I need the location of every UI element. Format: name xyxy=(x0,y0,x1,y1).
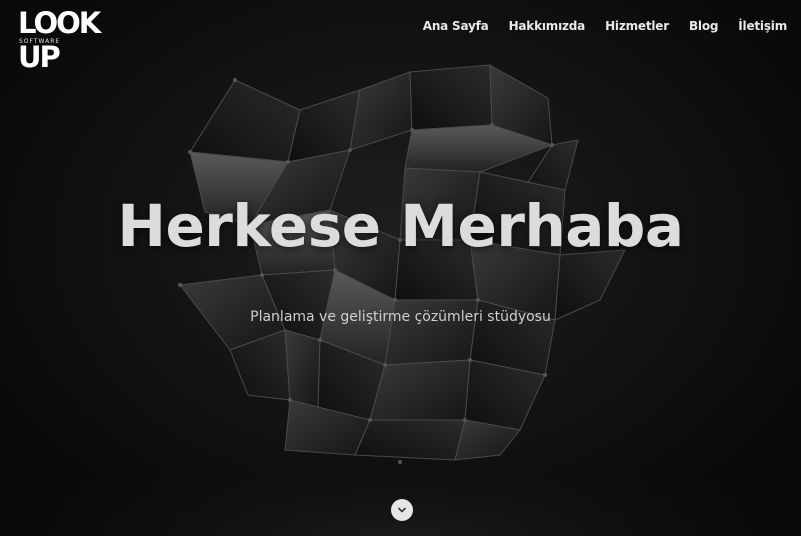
hero-subtitle: Planlama ve geliştirme çözümleri stüdyos… xyxy=(250,309,551,325)
nav-item-blog[interactable]: Blog xyxy=(679,18,728,34)
nav-item-home[interactable]: Ana Sayfa xyxy=(413,18,499,34)
chevron-down-icon xyxy=(398,507,406,513)
nav-item-about[interactable]: Hakkımızda xyxy=(499,18,596,34)
scroll-down-button[interactable] xyxy=(391,499,413,521)
main-nav: Ana Sayfa Hakkımızda Hizmetler Blog İlet… xyxy=(413,18,787,34)
brand-logo[interactable]: LOOK UP SOFTWARE xyxy=(18,6,134,74)
nav-item-contact[interactable]: İletişim xyxy=(728,18,787,34)
low-poly-sphere-background xyxy=(0,64,801,536)
nav-item-services[interactable]: Hizmetler xyxy=(595,18,679,34)
hero-section: LOOK UP SOFTWARE Ana Sayfa Hakkımızda Hi… xyxy=(0,0,801,536)
hero-title: Herkese Merhaba xyxy=(117,192,684,260)
logo-subtitle: SOFTWARE xyxy=(19,38,61,45)
